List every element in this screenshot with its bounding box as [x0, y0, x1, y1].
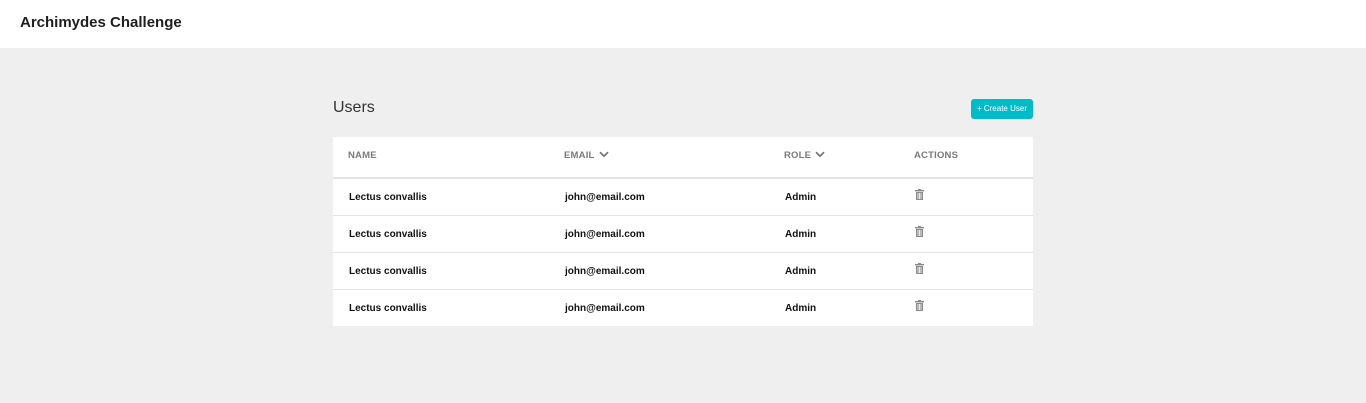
cell-email: john@email.com	[565, 229, 645, 240]
table-row: Lectus convallis john@email.com Admin	[333, 216, 1033, 253]
table-row: Lectus convallis john@email.com Admin	[333, 253, 1033, 290]
trash-icon[interactable]	[915, 226, 924, 240]
page-title: Users	[333, 99, 375, 116]
trash-icon[interactable]	[915, 263, 924, 277]
table-row: Lectus convallis john@email.com Admin	[333, 290, 1033, 326]
column-header-role[interactable]: ROLE	[784, 150, 825, 161]
cell-name: Lectus convallis	[349, 303, 427, 314]
column-header-actions: ACTIONS	[914, 150, 959, 161]
users-table: NAME EMAIL ROLE ACTIONS Lectus convallis…	[333, 137, 1033, 326]
app-title: Archimydes Challenge	[20, 14, 182, 31]
cell-email: john@email.com	[565, 303, 645, 314]
cell-role: Admin	[785, 266, 817, 277]
cell-role: Admin	[785, 192, 817, 203]
cell-email: john@email.com	[565, 192, 645, 203]
create-user-button[interactable]: + Create User	[970, 99, 1033, 119]
column-header-email[interactable]: EMAIL	[564, 150, 609, 161]
table-header: NAME EMAIL ROLE ACTIONS	[333, 137, 1033, 179]
table-row: Lectus convallis john@email.com Admin	[333, 179, 1033, 216]
top-bar: Archimydes Challenge	[0, 0, 1366, 48]
cell-role: Admin	[785, 303, 817, 314]
trash-icon[interactable]	[915, 300, 924, 314]
chevron-down-icon[interactable]	[815, 150, 825, 161]
cell-name: Lectus convallis	[349, 266, 427, 277]
cell-name: Lectus convallis	[349, 192, 427, 203]
chevron-down-icon[interactable]	[598, 150, 609, 161]
cell-email: john@email.com	[565, 266, 645, 277]
column-header-name: NAME	[348, 150, 377, 161]
cell-role: Admin	[785, 229, 817, 240]
cell-name: Lectus convallis	[349, 229, 427, 240]
trash-icon[interactable]	[915, 189, 924, 203]
